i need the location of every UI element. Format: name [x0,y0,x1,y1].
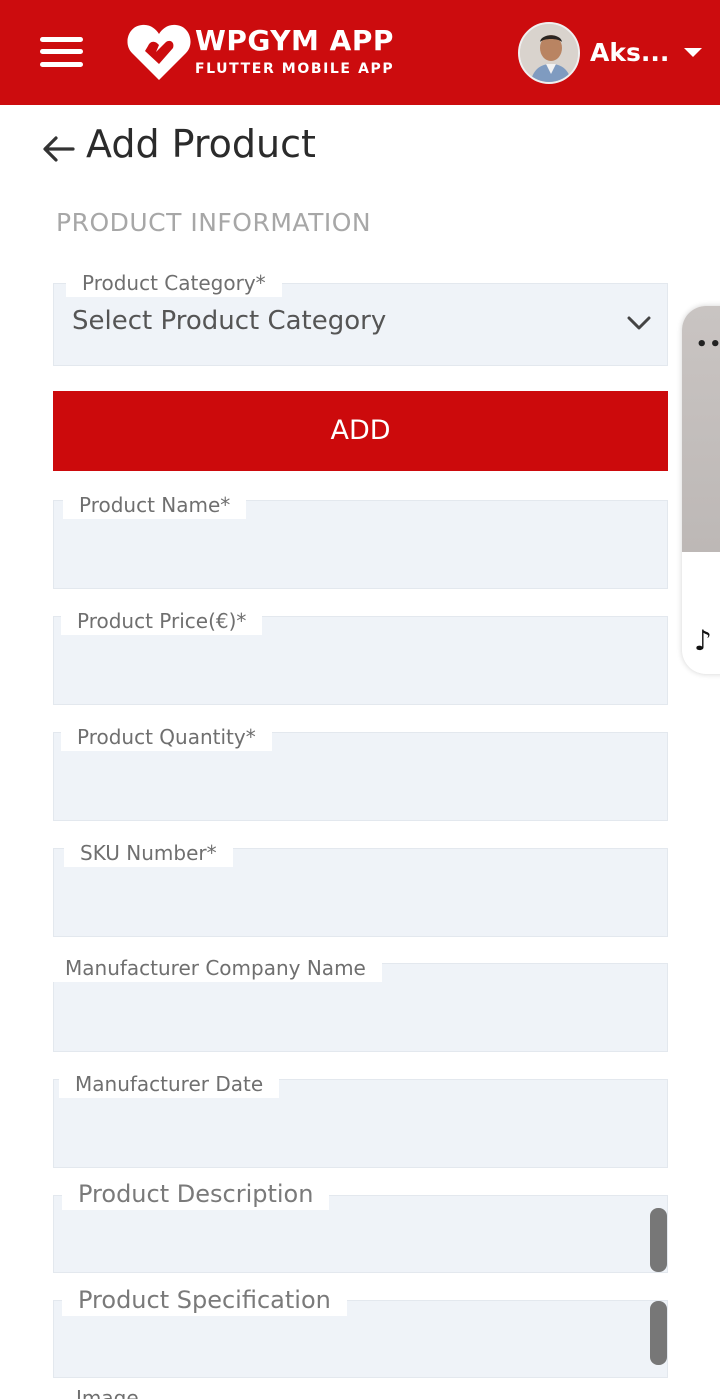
username[interactable]: Aks... [590,38,669,67]
more-dots-icon[interactable]: •• [696,334,720,355]
section-title: PRODUCT INFORMATION [56,208,372,237]
menu-icon[interactable] [38,34,86,70]
product-category-label: Product Category* [66,269,282,297]
product-name-label: Product Name* [63,491,247,519]
avatar[interactable] [518,22,580,84]
sku-number-label: SKU Number* [64,839,233,867]
image-label: Image [76,1386,139,1399]
floating-media-widget[interactable]: •• ♪ [682,306,720,674]
manufacturer-company-label: Manufacturer Company Name [49,954,382,982]
manufacturer-date-label: Manufacturer Date [59,1070,280,1098]
brand-subtitle: FLUTTER MOBILE APP [195,61,395,77]
user-photo-icon [520,24,578,82]
app-header: WPGYM APP FLUTTER MOBILE APP Aks... [0,0,720,105]
scrollbar-thumb[interactable] [650,1301,667,1365]
chevron-down-icon [627,316,651,330]
product-price-label: Product Price(€)* [61,607,263,635]
caret-down-icon[interactable] [684,48,702,57]
brand-title: WPGYM APP [195,24,394,57]
product-quantity-label: Product Quantity* [61,723,272,751]
product-specification-label: Product Specification [62,1284,347,1316]
product-description-label: Product Description [62,1178,330,1210]
add-category-button[interactable]: ADD [53,391,668,471]
scrollbar-thumb[interactable] [650,1208,667,1272]
music-note-icon[interactable]: ♪ [694,624,712,657]
arrow-left-icon[interactable] [40,133,76,165]
page-title: Add Product [86,122,316,166]
heart-logo-icon [127,24,191,80]
select-value: Select Product Category [72,306,387,336]
